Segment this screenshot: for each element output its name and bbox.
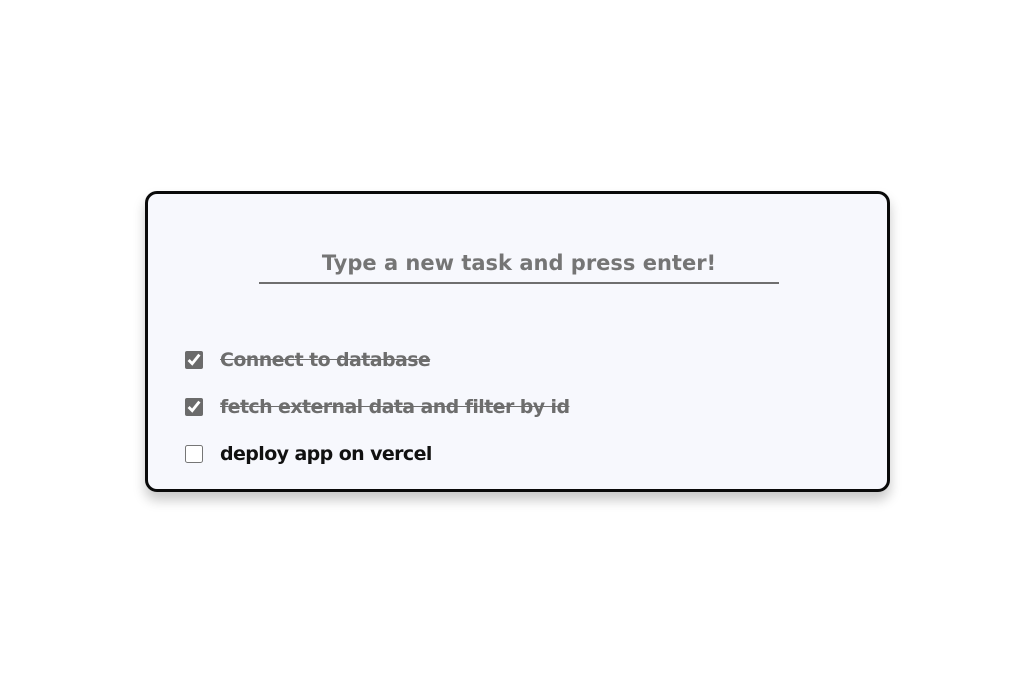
task-checkbox[interactable] bbox=[185, 350, 203, 369]
task-list: Connect to database fetch external data … bbox=[185, 336, 570, 477]
new-task-input[interactable] bbox=[259, 250, 779, 284]
task-item: deploy app on vercel bbox=[185, 430, 569, 477]
task-label: deploy app on vercel bbox=[220, 442, 432, 465]
task-label: Connect to database bbox=[220, 348, 431, 371]
task-label: fetch external data and filter by id bbox=[220, 395, 570, 418]
task-item: fetch external data and filter by id bbox=[185, 383, 570, 430]
todo-card: Connect to database fetch external data … bbox=[145, 191, 890, 492]
task-checkbox[interactable] bbox=[185, 397, 203, 416]
task-item: Connect to database bbox=[185, 336, 569, 383]
task-checkbox[interactable] bbox=[185, 444, 203, 463]
